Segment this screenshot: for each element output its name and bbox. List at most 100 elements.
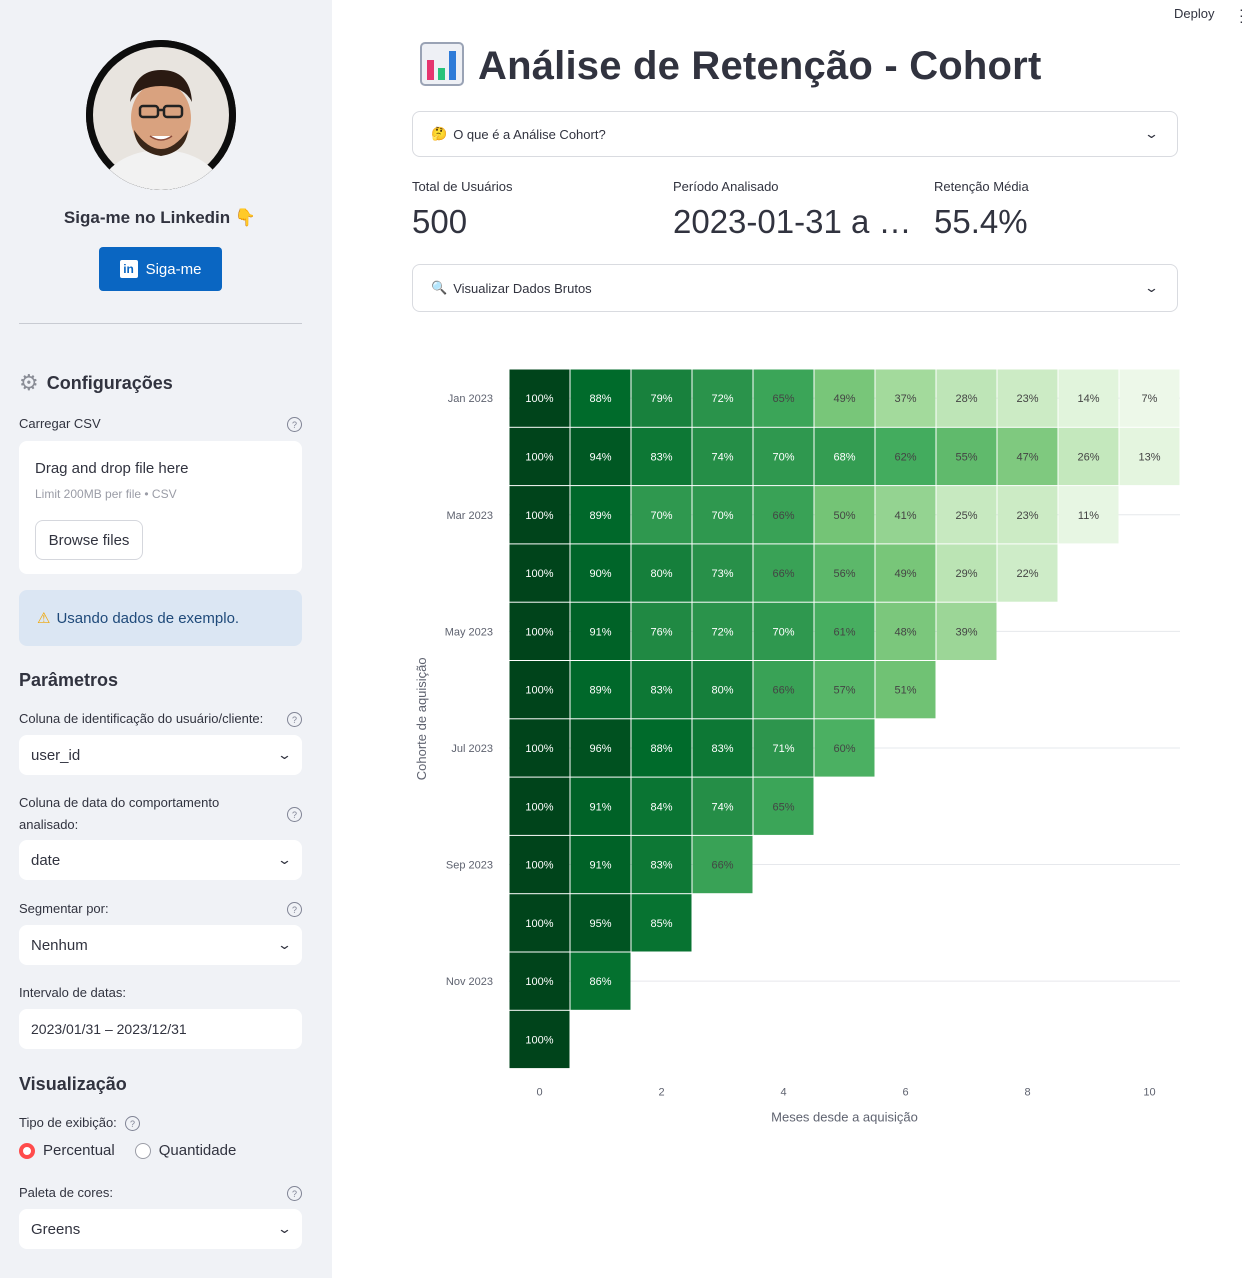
browse-files-button[interactable]: Browse files: [35, 520, 143, 560]
drop-text: Drag and drop file here: [35, 460, 189, 477]
radio-quantity[interactable]: [134, 1142, 151, 1159]
file-uploader-dropzone[interactable]: Drag and drop file here Limit 200MB per …: [19, 441, 302, 574]
help-icon[interactable]: ?: [287, 417, 302, 432]
heatmap-cell-label: 84%: [650, 801, 672, 813]
y-axis-title: Cohorte de aquisição: [414, 657, 429, 780]
heatmap-cell-label: 86%: [589, 976, 611, 988]
chevron-down-icon: ⌄: [276, 1221, 293, 1236]
heatmap-cell-label: 70%: [711, 510, 733, 522]
sidebar-divider: [19, 323, 302, 324]
heatmap-cell-label: 91%: [589, 626, 611, 638]
heatmap-cell-label: 90%: [589, 568, 611, 580]
segment-value: Nenhum: [31, 936, 88, 954]
page-title-row: Análise de Retenção - Cohort: [420, 42, 1041, 91]
heatmap-cell-label: 68%: [833, 451, 855, 463]
heatmap-cell-label: 100%: [525, 976, 553, 988]
y-tick-label: Mar 2023: [447, 510, 493, 522]
limit-text: Limit 200MB per file • CSV: [35, 487, 177, 501]
y-tick-label: May 2023: [445, 626, 493, 638]
deploy-button[interactable]: Deploy: [1174, 6, 1214, 21]
heatmap-cell-label: 51%: [894, 685, 916, 697]
date-range-input[interactable]: 2023/01/31 – 2023/12/31: [19, 1009, 302, 1049]
info-message: Usando dados de exemplo.: [56, 609, 240, 627]
heatmap-cell-label: 89%: [589, 510, 611, 522]
x-tick-label: 2: [658, 1087, 664, 1099]
heatmap-cell-label: 70%: [650, 510, 672, 522]
heatmap-cell-label: 22%: [1016, 568, 1038, 580]
segment-select[interactable]: Nenhum ⌄: [19, 925, 302, 965]
help-icon[interactable]: ?: [287, 712, 302, 727]
info-alert: ⚠ Usando dados de exemplo.: [19, 590, 302, 646]
y-tick-label: Nov 2023: [446, 976, 493, 988]
heatmap-cell-label: 56%: [833, 568, 855, 580]
date-range-value: 2023/01/31 – 2023/12/31: [31, 1021, 187, 1037]
heatmap-cell-label: 23%: [1016, 510, 1038, 522]
heatmap-cell-label: 85%: [650, 918, 672, 930]
x-axis-title: Meses desde a aquisição: [771, 1110, 918, 1125]
chevron-down-icon: ⌄: [276, 747, 293, 762]
expander-what-is-cohort[interactable]: 🤔 O que é a Análise Cohort? ⌄: [412, 111, 1178, 157]
heatmap-cell-label: 100%: [525, 1034, 553, 1046]
heatmap-cell-label: 100%: [525, 860, 553, 872]
date-col-select[interactable]: date ⌄: [19, 840, 302, 880]
help-icon[interactable]: ?: [287, 807, 302, 822]
heatmap-cell-label: 14%: [1077, 393, 1099, 405]
heatmap-cell-label: 28%: [955, 393, 977, 405]
expander-raw-data[interactable]: 🔍 Visualizar Dados Brutos ⌄: [412, 264, 1178, 312]
sidebar: Siga-me no Linkedin 👇 in Siga-me ⚙ Confi…: [0, 0, 332, 1278]
heatmap-cell-label: 70%: [772, 451, 794, 463]
y-tick-label: Jul 2023: [451, 743, 493, 755]
main-menu-icon[interactable]: · · ·: [1239, 2, 1244, 28]
help-icon[interactable]: ?: [287, 902, 302, 917]
heatmap-cell-label: 57%: [833, 685, 855, 697]
heatmap-cell-label: 96%: [589, 743, 611, 755]
heatmap-cell-label: 66%: [772, 510, 794, 522]
display-type-label: Tipo de exibição:: [19, 1115, 117, 1130]
config-heading: ⚙ Configurações: [19, 372, 173, 394]
chevron-down-icon: ⌄: [1143, 126, 1160, 141]
date-col-label: Coluna de data do comportamento analisad…: [19, 795, 220, 832]
gear-icon: ⚙: [19, 370, 39, 395]
heatmap-cell-label: 100%: [525, 743, 553, 755]
heatmap-cell-label: 83%: [650, 685, 672, 697]
heatmap-cell-label: 25%: [955, 510, 977, 522]
heatmap-cell-label: 66%: [772, 685, 794, 697]
heatmap-cell-label: 62%: [894, 451, 916, 463]
help-icon[interactable]: ?: [125, 1116, 140, 1131]
heatmap-cell-label: 72%: [711, 393, 733, 405]
palette-select[interactable]: Greens ⌄: [19, 1209, 302, 1249]
user-col-value: user_id: [31, 746, 81, 764]
heatmap-cell-label: 91%: [589, 801, 611, 813]
linkedin-icon: in: [119, 260, 138, 278]
cohort-heatmap-svg: 100% 88% 79% 72% 65% 49% 37% 28% 23% 14% 7% 100% 94%…: [414, 369, 1180, 1125]
heatmap-cell-label: 100%: [525, 568, 553, 580]
heatmap-cell-label: 100%: [525, 685, 553, 697]
heatmap-cell-label: 65%: [772, 801, 794, 813]
heatmap-cell-label: 7%: [1142, 393, 1158, 405]
follow-linkedin-text: Siga-me no Linkedin 👇: [63, 208, 257, 227]
help-icon[interactable]: ?: [287, 1186, 302, 1201]
x-tick-label: 6: [902, 1087, 908, 1099]
user-col-select[interactable]: user_id ⌄: [19, 735, 302, 775]
heatmap-cell-label: 61%: [833, 626, 855, 638]
x-tick-label: 0: [536, 1087, 542, 1099]
heatmap-cell-label: 100%: [525, 393, 553, 405]
heatmap-cell-label: 100%: [525, 510, 553, 522]
radio-percent[interactable]: [19, 1142, 35, 1159]
chevron-down-icon: ⌄: [1143, 280, 1160, 295]
y-tick-label: Sep 2023: [446, 860, 493, 872]
thinking-face-icon: 🤔: [431, 126, 448, 141]
heatmap-cell-label: 95%: [589, 918, 611, 930]
heatmap-cell-label: 88%: [650, 743, 672, 755]
expander-what-label: O que é a Análise Cohort?: [453, 126, 606, 142]
heatmap-cell-label: 48%: [894, 626, 916, 638]
linkedin-follow-button[interactable]: in Siga-me: [99, 247, 222, 291]
y-tick-label: Jan 2023: [448, 393, 493, 405]
heatmap-cell-label: 70%: [772, 626, 794, 638]
heatmap-cell-label: 72%: [711, 626, 733, 638]
heatmap-cell-label: 66%: [772, 568, 794, 580]
heatmap-cell-label: 100%: [525, 626, 553, 638]
params-heading: Parâmetros: [19, 670, 119, 690]
heatmap-cell-label: 23%: [1016, 393, 1038, 405]
heatmap-cell-label: 71%: [772, 743, 794, 755]
